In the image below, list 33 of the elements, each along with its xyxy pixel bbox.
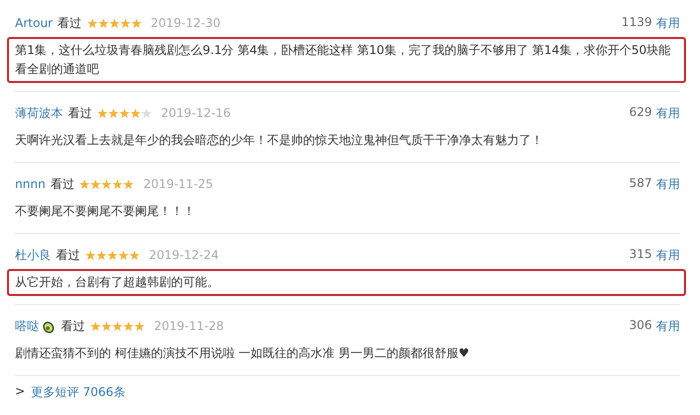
review-text: 天啊许光汉看上去就是年少的我会暗恋的少年！不是帅的惊天地泣鬼神但气质干干净净太有魅力了！ [15, 133, 543, 147]
vote-count: 1139 [621, 14, 652, 30]
vote-count: 629 [629, 104, 652, 120]
useful-link[interactable]: 有用 [656, 176, 680, 192]
review-text: 第1集，这什么垃圾青春脑残剧怎么9.1分 第4集，卧槽还能这样 第10集，完了我的脑子不够用了 第14集，求你开个50块能看全剧的通道吧 [15, 43, 671, 76]
vote-count: 587 [629, 176, 652, 192]
user-name[interactable]: 杜小良 [15, 246, 51, 264]
review-date: 2019-12-30 [150, 16, 220, 30]
arrow-glyph: > [15, 384, 26, 400]
useful-link[interactable]: 有用 [656, 104, 680, 122]
review-date: 2019-11-25 [143, 177, 214, 191]
watched-label: 看过 [68, 104, 92, 122]
review-date: 2019-12-16 [161, 106, 231, 120]
watched-label: 看过 [58, 14, 82, 32]
useful-link[interactable]: 有用 [656, 246, 680, 264]
watched-label: 看过 [56, 246, 80, 264]
review-text: 从它开始，台剧有了超越韩剧的可能。 [15, 275, 219, 289]
review-date: 2019-12-24 [149, 248, 219, 262]
watched-label: 看过 [50, 176, 74, 192]
user-name[interactable]: Artour [15, 16, 53, 30]
review-text: 剧情还蛮猜不到的 柯佳嬿的演技不用说啦 一如既往的高水准 男一男二的颜都很舒服♥ [15, 346, 470, 360]
more-reviews-link[interactable]: 更多短评 7066条 [31, 384, 126, 401]
useful-link[interactable]: 有用 [656, 14, 680, 32]
review-text: 不要阑尾不要阑尾不要阑尾！！！ [15, 204, 195, 218]
user-name[interactable]: nnnn [15, 177, 46, 191]
review-date: 2019-11-28 [154, 319, 224, 333]
watched-label: 看过 [61, 318, 85, 334]
useful-link[interactable]: 有用 [656, 318, 680, 334]
user-name[interactable]: 薄荷波本 [15, 104, 63, 122]
vote-count: 315 [629, 246, 652, 262]
avocado-icon [41, 318, 56, 334]
user-name[interactable]: 嗒哒 [15, 318, 39, 334]
vote-count: 306 [629, 318, 652, 334]
